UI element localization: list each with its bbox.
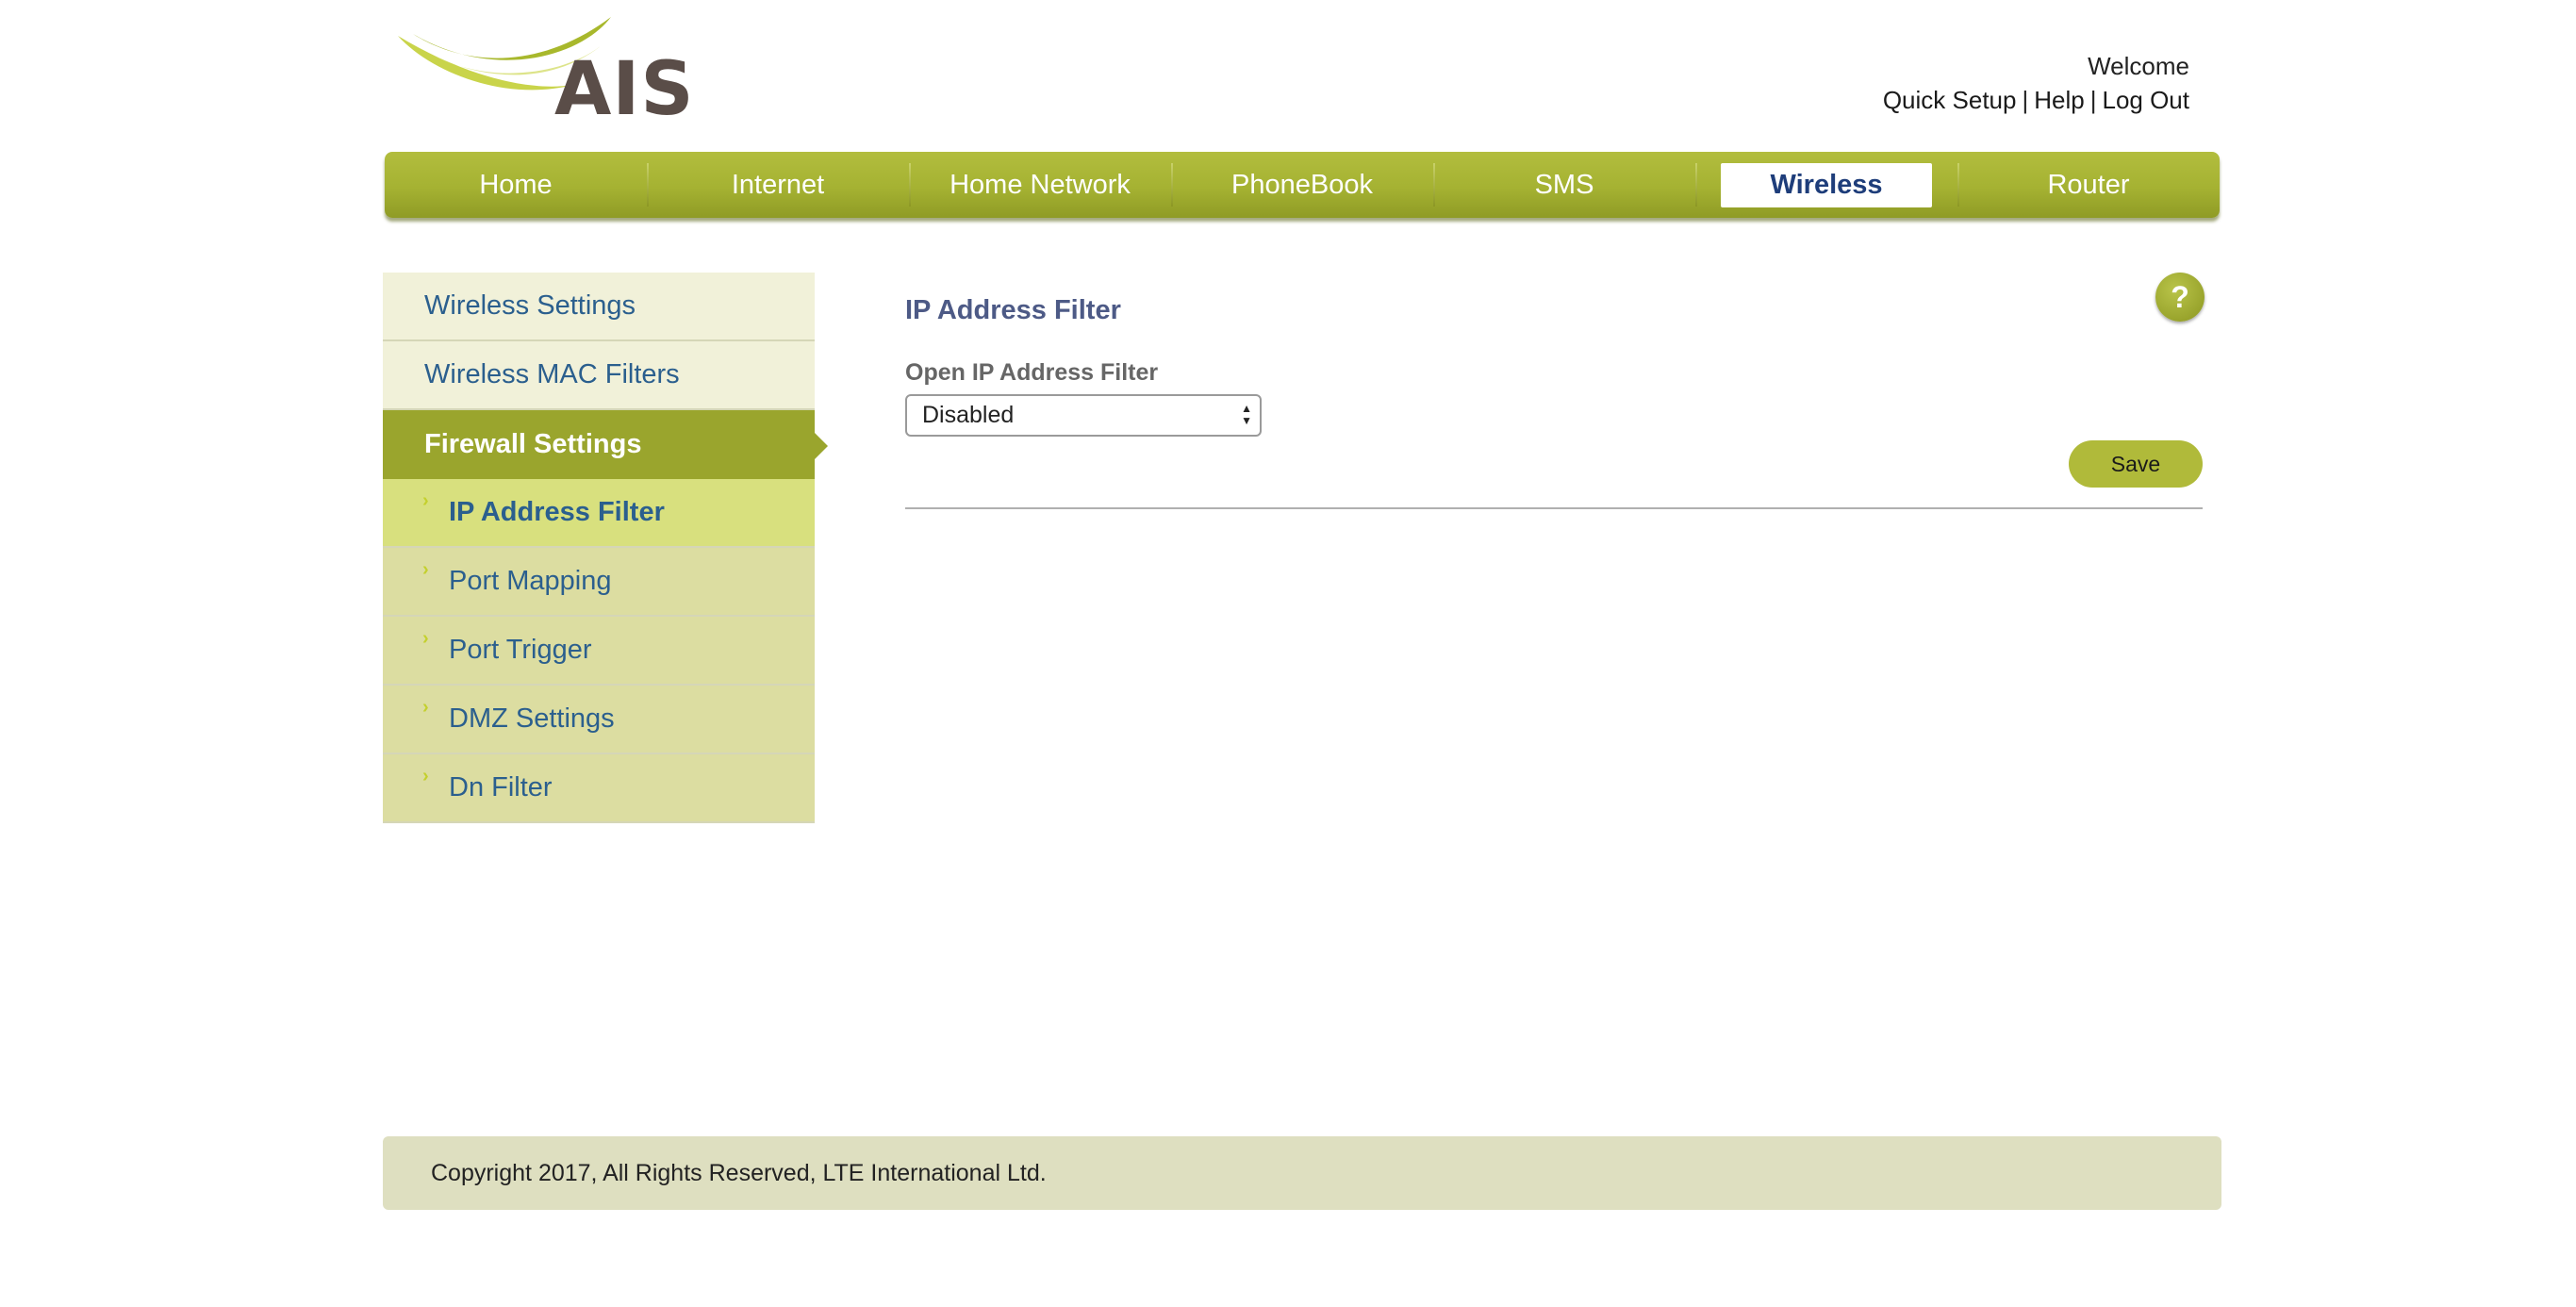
nav-tab-label: Home Network (949, 169, 1131, 200)
nav-tab-label: SMS (1534, 169, 1594, 200)
nav-tab-label: Internet (731, 169, 825, 200)
sidebar-item-label: Dn Filter (449, 772, 553, 802)
ip-filter-select[interactable]: Disabled ▲ ▼ (905, 394, 1262, 437)
header-links: Welcome Quick Setup | Help | Log Out (1883, 49, 2189, 117)
logout-link[interactable]: Log Out (2102, 86, 2189, 114)
link-separator: | (2089, 86, 2097, 114)
sidebar-item-label: IP Address Filter (449, 497, 665, 527)
sidebar-item-label: Port Trigger (449, 635, 592, 665)
ip-filter-field-label: Open IP Address Filter (905, 359, 1159, 386)
welcome-text: Welcome (2088, 52, 2189, 80)
quick-setup-link[interactable]: Quick Setup (1883, 86, 2017, 114)
nav-tab-label: Wireless (1721, 162, 1932, 207)
nav-tab-label: Home (479, 169, 553, 200)
nav-tab-phonebook[interactable]: PhoneBook (1171, 152, 1433, 218)
sidebar-item-wireless-mac-filters[interactable]: Wireless MAC Filters (383, 341, 815, 410)
save-button[interactable]: Save (2069, 440, 2203, 488)
page-title: IP Address Filter (905, 295, 1121, 325)
footer: Copyright 2017, All Rights Reserved, LTE… (383, 1136, 2221, 1210)
ais-logo-text: AIS (554, 47, 695, 132)
sidebar-item-label: Firewall Settings (424, 429, 642, 459)
sidebar-item-label: Wireless MAC Filters (424, 359, 680, 389)
nav-tab-label: PhoneBook (1231, 169, 1373, 200)
question-mark-icon[interactable]: ? (2155, 273, 2204, 322)
sidebar-item-ip-address-filter[interactable]: › IP Address Filter (383, 479, 815, 548)
nav-tab-sms[interactable]: SMS (1433, 152, 1695, 218)
nav-tab-home[interactable]: Home (385, 152, 647, 218)
sidebar-item-label: DMZ Settings (449, 703, 615, 734)
chevron-right-icon: › (422, 628, 429, 649)
chevron-right-icon: › (422, 490, 429, 511)
link-separator: | (2022, 86, 2029, 114)
nav-tab-wireless[interactable]: Wireless (1695, 152, 1957, 218)
chevron-right-icon: › (422, 766, 429, 786)
sidebar-item-port-mapping[interactable]: › Port Mapping (383, 548, 815, 617)
nav-tab-router[interactable]: Router (1957, 152, 2220, 218)
ais-logo: AIS (394, 17, 696, 130)
ip-filter-select-value: Disabled (922, 402, 1015, 428)
nav-tab-label: Router (2047, 169, 2130, 200)
chevron-right-icon: › (422, 559, 429, 580)
sidebar-item-dmz-settings[interactable]: › DMZ Settings (383, 686, 815, 754)
main-navigation: Home Internet Home Network PhoneBook SMS… (385, 152, 2220, 218)
sidebar-item-wireless-settings[interactable]: Wireless Settings (383, 273, 815, 341)
copyright-text: Copyright 2017, All Rights Reserved, LTE… (431, 1159, 1047, 1186)
sidebar-item-label: Port Mapping (449, 566, 612, 596)
select-arrows-icon: ▲ ▼ (1241, 402, 1252, 427)
nav-tab-home-network[interactable]: Home Network (909, 152, 1171, 218)
sidebar-item-dn-filter[interactable]: › Dn Filter (383, 754, 815, 823)
sidebar-item-label: Wireless Settings (424, 290, 636, 321)
sidebar-item-firewall-settings[interactable]: Firewall Settings (383, 410, 828, 479)
help-link[interactable]: Help (2034, 86, 2084, 114)
sidebar-menu: Wireless Settings Wireless MAC Filters F… (383, 273, 828, 823)
sidebar-item-port-trigger[interactable]: › Port Trigger (383, 617, 815, 686)
content-divider (905, 507, 2203, 509)
chevron-right-icon: › (422, 697, 429, 718)
nav-tab-internet[interactable]: Internet (647, 152, 909, 218)
